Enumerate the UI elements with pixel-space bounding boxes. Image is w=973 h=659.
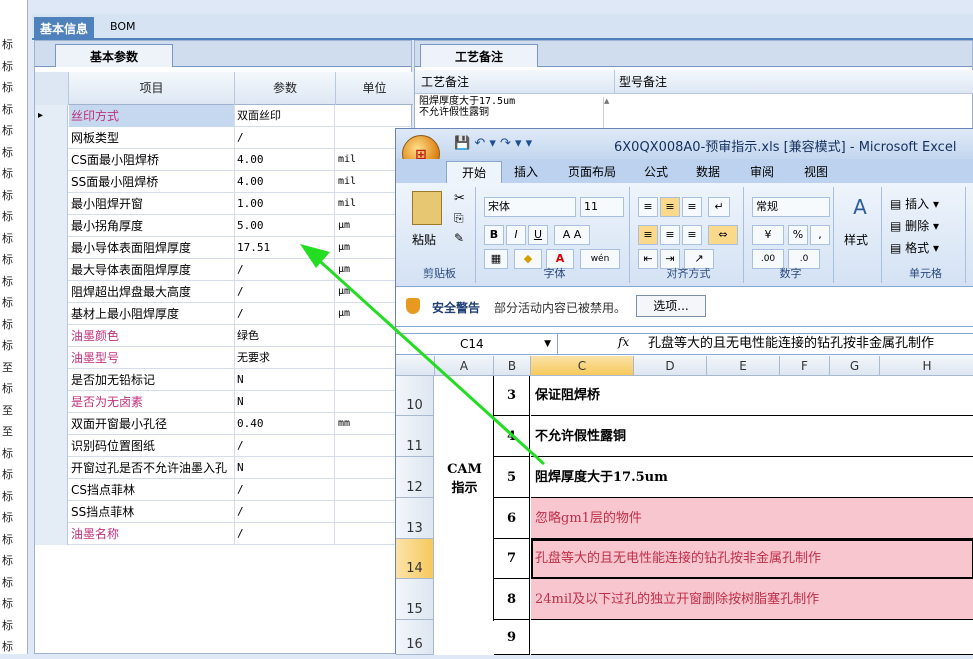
- annotation-arrow-line: [310, 252, 546, 466]
- annotation-arrow: [300, 244, 546, 466]
